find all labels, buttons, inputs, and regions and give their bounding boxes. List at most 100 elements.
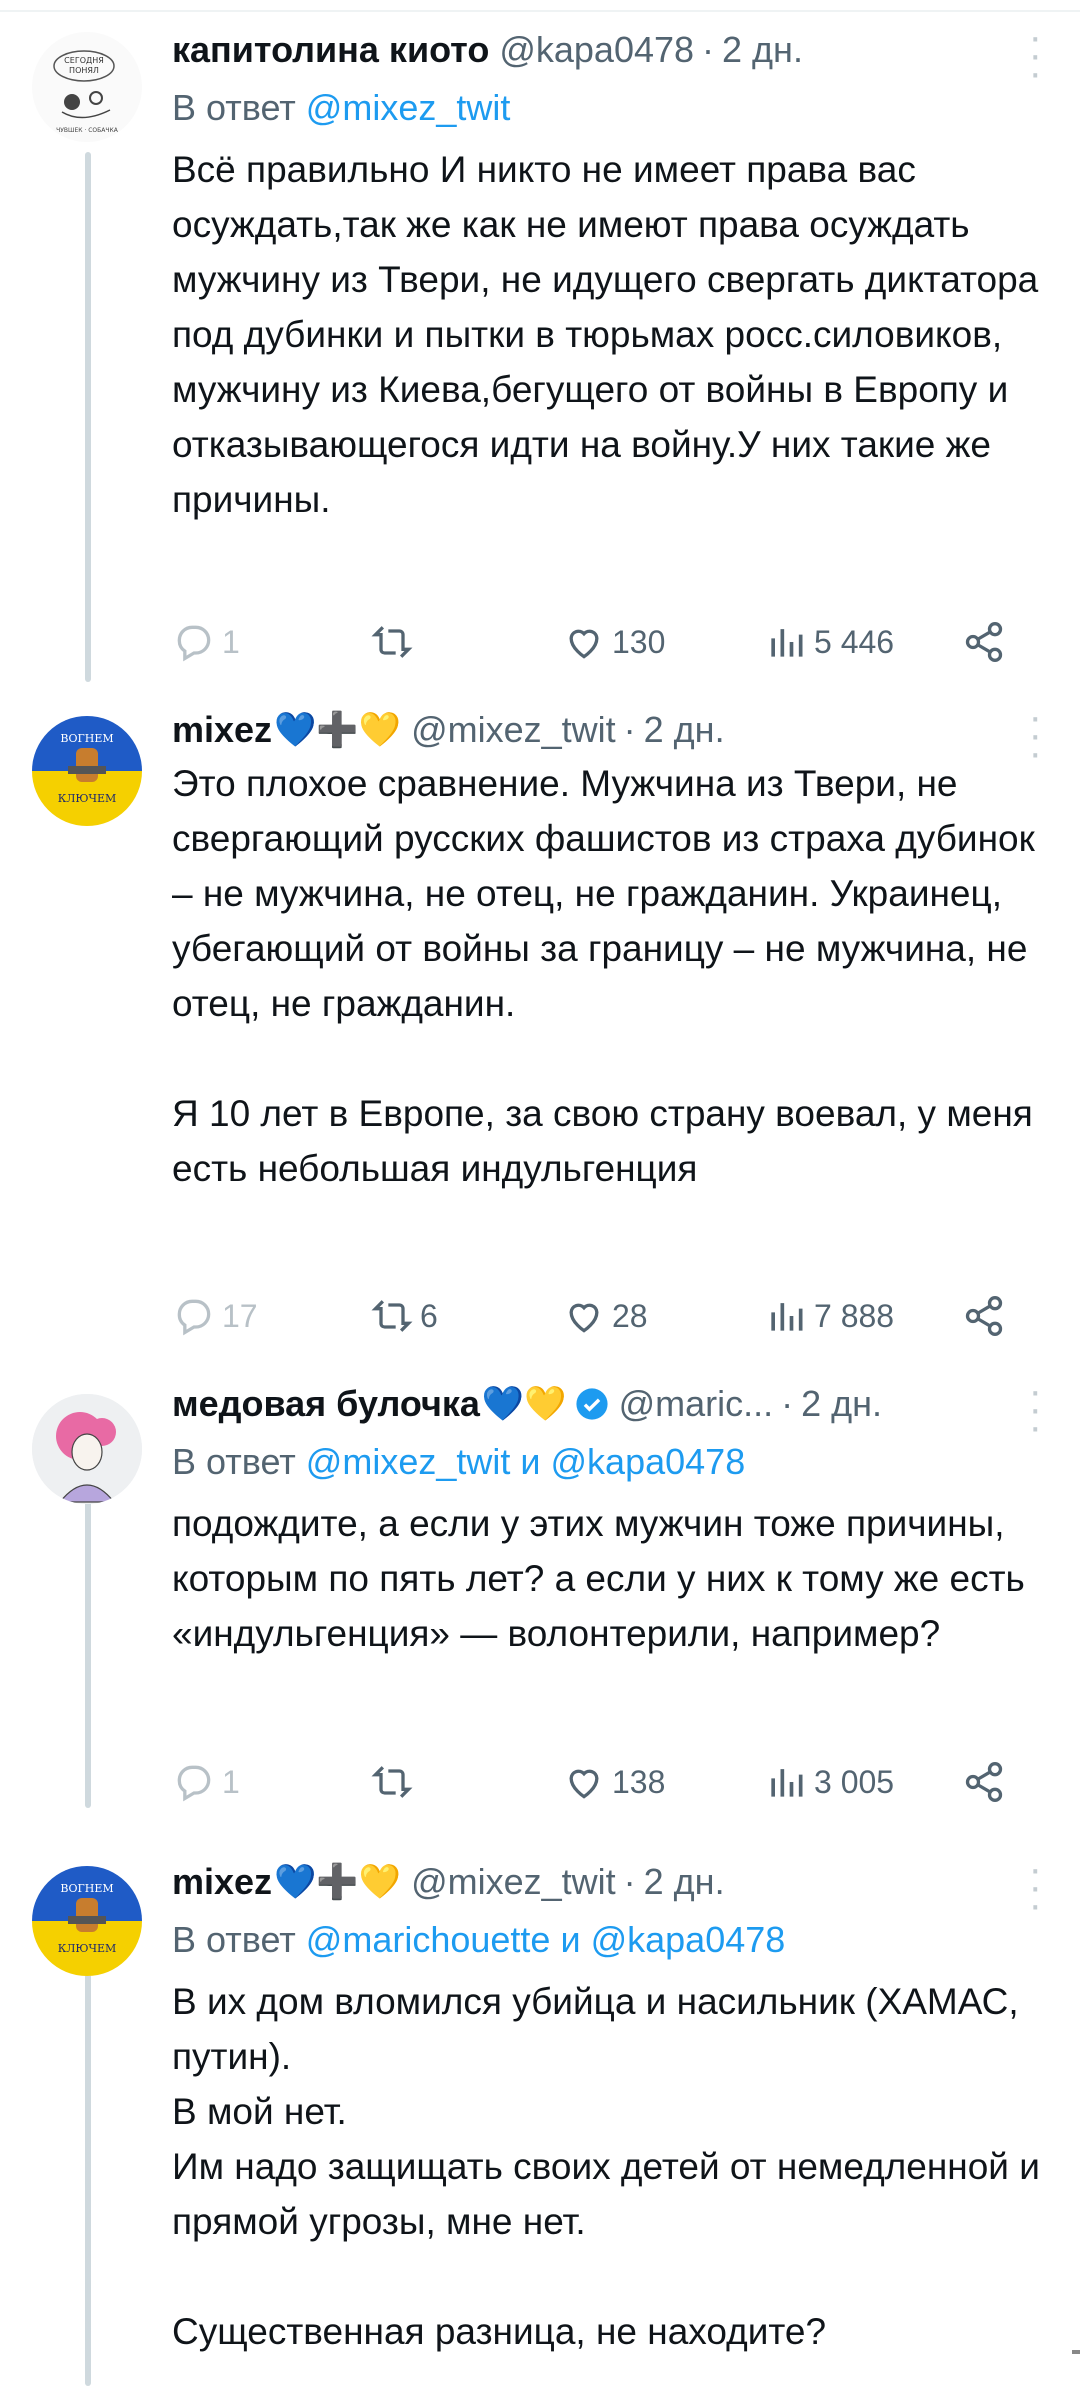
reply-count: 1 [222, 623, 240, 660]
timestamp[interactable]: 2 дн. [722, 29, 803, 71]
name-emoji: 💙💛 [481, 1385, 567, 1423]
views-button[interactable]: 7 888 [764, 1294, 894, 1338]
author-handle[interactable]: @mixez_twit [411, 709, 616, 751]
avatar[interactable]: ВОГНЕМ КЛЮЧЕМ [32, 1866, 142, 1976]
share-icon [965, 1762, 1003, 1802]
retweet-icon [371, 1766, 413, 1798]
svg-text:ПОНЯЛ: ПОНЯЛ [69, 66, 99, 75]
avatar-drawing: ВОГНЕМ КЛЮЧЕМ [32, 716, 142, 826]
retweet-icon [371, 1300, 413, 1332]
like-button[interactable]: 138 [562, 1760, 665, 1804]
name-emoji: 💙➕💛 [274, 1863, 402, 1901]
author-name[interactable]: медовая булочка [172, 1383, 480, 1425]
separator-dot: · [623, 1861, 636, 1902]
timestamp[interactable]: 2 дн. [801, 1383, 882, 1425]
separator-dot: · [623, 709, 636, 750]
views-icon [771, 629, 803, 657]
tweet-text: Всё правильно И никто не имеет права вас… [172, 149, 1049, 520]
like-count: 138 [612, 1763, 666, 1800]
reply-button[interactable]: 1 [172, 620, 240, 664]
avatar-text-bottom: КЛЮЧЕМ [58, 1942, 117, 1955]
share-icon [965, 622, 1003, 662]
more-icon[interactable]: · · · [1029, 697, 1042, 773]
author-handle[interactable]: @maric... [619, 1383, 774, 1425]
share-button[interactable] [962, 620, 1006, 664]
avatar-text-top: ВОГНЕМ [60, 732, 113, 745]
reply-mention[interactable]: @kapa0478 [551, 1441, 746, 1482]
reply-button[interactable]: 17 [172, 1294, 258, 1338]
verified-icon [576, 1388, 608, 1420]
avatar[interactable] [32, 1394, 142, 1504]
tweet[interactable]: медовая булочка 💙💛 @maric... · 2 дн. · · ·… [0, 1371, 1080, 1838]
views-count: 3 005 [814, 1763, 895, 1800]
author-name[interactable]: mixez [172, 709, 272, 751]
views-button[interactable]: 5 446 [764, 620, 894, 664]
timestamp[interactable]: 2 дн. [644, 709, 725, 751]
more-icon[interactable]: · · · [1029, 1849, 1042, 1925]
like-button[interactable]: 130 [562, 620, 665, 664]
reply-count: 1 [222, 1763, 240, 1800]
reply-and: и [560, 1919, 581, 1960]
reply-to-line: В ответ @mixez_twit [172, 80, 1040, 136]
reply-icon [177, 625, 211, 662]
reply-button[interactable]: 1 [172, 1760, 240, 1804]
views-count: 7 888 [814, 1297, 895, 1334]
reply-mention[interactable]: @kapa0478 [591, 1919, 786, 1960]
scrollbar[interactable] [1072, 2350, 1080, 2354]
tweet-text: Это плохое сравнение. Мужчина из Твери, … [172, 763, 1035, 1189]
timestamp[interactable]: 2 дн. [644, 1861, 725, 1903]
separator-dot: · [781, 1383, 794, 1424]
author-name[interactable]: mixez [172, 1861, 272, 1903]
reply-mention[interactable]: @mixez_twit [306, 1441, 511, 1482]
action-bar: 17 6 28 7 888 [172, 1286, 1040, 1346]
retweet-button[interactable] [370, 1760, 420, 1804]
views-count: 5 446 [814, 623, 895, 660]
reply-mention[interactable]: @marichouette [306, 1919, 551, 1960]
share-button[interactable] [962, 1760, 1006, 1804]
reply-icon [177, 1765, 211, 1802]
like-count: 28 [612, 1297, 648, 1334]
avatar-drawing: СЕГОДНЯ ПОНЯЛ ЧУВШЕК · СОБАЧКА [32, 32, 142, 142]
share-button[interactable] [962, 1294, 1006, 1338]
tweet[interactable]: ВОГНЕМ КЛЮЧЕМ mixez 💙➕💛 @mixez_twit · 2 … [0, 1849, 1080, 2386]
like-button[interactable]: 28 [562, 1294, 648, 1338]
svg-text:СЕГОДНЯ: СЕГОДНЯ [64, 56, 104, 65]
more-icon[interactable]: · · · [1029, 17, 1042, 93]
retweet-button[interactable]: 6 [370, 1294, 438, 1338]
like-count: 130 [612, 623, 666, 660]
author-handle[interactable]: @kapa0478 [499, 29, 694, 71]
avatar-drawing [32, 1394, 142, 1504]
reply-to-line: В ответ @mixez_twit и @kapa0478 [172, 1434, 1040, 1490]
action-bar: 1 130 5 446 [172, 612, 1040, 672]
avatar[interactable]: ВОГНЕМ КЛЮЧЕМ [32, 716, 142, 826]
author-handle[interactable]: @mixez_twit [411, 1861, 616, 1903]
reply-mention[interactable]: @mixez_twit [306, 87, 511, 128]
separator-dot: · [702, 29, 715, 70]
svg-text:ЧУВШЕК · СОБАЧКА: ЧУВШЕК · СОБАЧКА [56, 127, 119, 134]
like-icon [569, 1303, 599, 1333]
reply-count: 17 [222, 1297, 258, 1334]
retweet-button[interactable] [370, 620, 420, 664]
avatar[interactable]: СЕГОДНЯ ПОНЯЛ ЧУВШЕК · СОБАЧКА [32, 32, 142, 142]
tweet[interactable]: СЕГОДНЯ ПОНЯЛ ЧУВШЕК · СОБАЧКА капитолин… [0, 17, 1080, 690]
reply-prefix: В ответ [172, 1919, 296, 1960]
more-icon[interactable]: · · · [1029, 1371, 1042, 1447]
tweet-text: В их дом вломился убийца и насильник (ХА… [172, 1981, 1040, 2352]
views-icon [771, 1769, 803, 1797]
avatar-text-bottom: КЛЮЧЕМ [58, 792, 117, 805]
views-button[interactable]: 3 005 [764, 1760, 894, 1804]
retweet-icon [371, 626, 413, 658]
tweet[interactable]: ВОГНЕМ КЛЮЧЕМ mixez 💙➕💛 @mixez_twit · 2 … [0, 697, 1080, 1370]
author-name[interactable]: капитолина киото [172, 29, 489, 71]
share-icon [965, 1296, 1003, 1336]
like-icon [569, 629, 599, 659]
reply-to-line: В ответ @marichouette и @kapa0478 [172, 1912, 1040, 1968]
reply-prefix: В ответ [172, 1441, 296, 1482]
avatar-text-top: ВОГНЕМ [60, 1882, 113, 1895]
top-divider [0, 0, 1080, 12]
views-icon [771, 1303, 803, 1331]
reply-prefix: В ответ [172, 87, 296, 128]
reply-and: и [520, 1441, 541, 1482]
like-icon [569, 1769, 599, 1799]
retweet-count: 6 [420, 1297, 438, 1334]
